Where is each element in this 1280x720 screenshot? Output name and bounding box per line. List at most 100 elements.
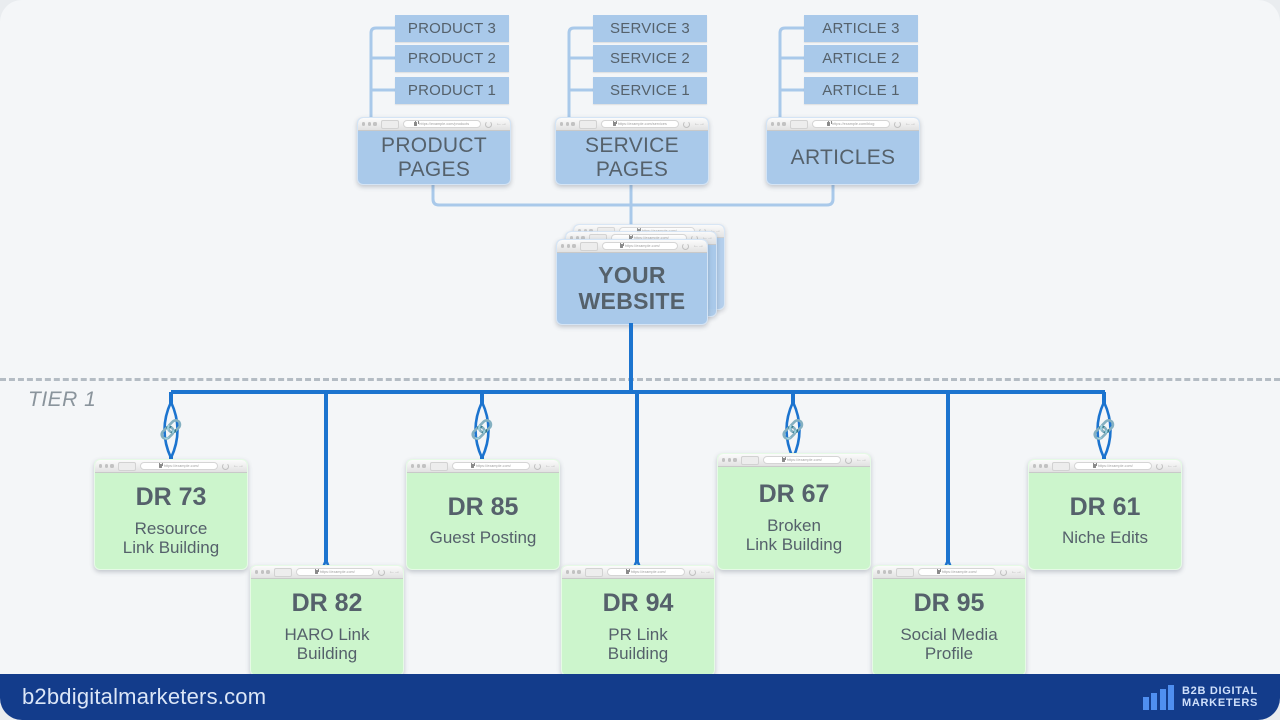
backlink-name-line1: Broken <box>767 515 821 535</box>
nav-arrows-icon[interactable]: ←→ <box>233 463 244 469</box>
url-bar[interactable]: https://example.com/ <box>295 568 374 576</box>
browser-chrome: https://example.com/ ←→ <box>557 240 707 253</box>
chip-product-3[interactable]: PRODUCT 3 <box>395 15 509 42</box>
svg-text:🔗: 🔗 <box>159 418 183 441</box>
backlink-window-pr-link-building[interactable]: https://example.com/ ←→ DR 94 PR Link Bu… <box>561 565 715 676</box>
backlink-window-haro-link-building[interactable]: https://example.com/ ←→ DR 82 HARO Link … <box>250 565 404 676</box>
chip-article-2[interactable]: ARTICLE 2 <box>804 45 918 72</box>
chip-product-2[interactable]: PRODUCT 2 <box>395 45 509 72</box>
url-bar[interactable]: https://example.com/blog <box>811 120 890 128</box>
backlink-window-resource-link-building[interactable]: https://example.com/ ←→ DR 73 Resource L… <box>94 459 248 570</box>
backlink-name-line1: Social Media <box>900 624 998 644</box>
url-bar[interactable]: https://example.com/ <box>1073 462 1152 470</box>
url-bar[interactable]: https://example.com/ <box>451 462 530 470</box>
chip-article-1[interactable]: ARTICLE 1 <box>804 77 918 104</box>
backlink-name-line2: Building <box>296 644 358 664</box>
reload-icon[interactable] <box>534 462 541 470</box>
url-text: https://example.com/ <box>624 244 660 248</box>
traffic-lights-icon <box>1033 464 1048 468</box>
reload-icon[interactable] <box>683 120 690 128</box>
chip-article-3[interactable]: ARTICLE 3 <box>804 15 918 42</box>
chip-service-2[interactable]: SERVICE 2 <box>593 45 707 72</box>
dr-score: DR 85 <box>447 492 519 521</box>
url-text: https://example.com/blog <box>832 122 875 126</box>
lock-icon <box>612 121 618 126</box>
reload-icon[interactable] <box>689 568 696 576</box>
window-body: DR 73 Resource Link Building <box>95 473 247 569</box>
chip-label: PRODUCT 1 <box>407 82 497 99</box>
link-icon-5: 🔗 <box>781 398 805 462</box>
backlink-window-niche-edits[interactable]: https://example.com/ ←→ DR 61 Niche Edit… <box>1028 459 1182 570</box>
reload-icon[interactable] <box>894 120 901 128</box>
backlink-name-line1: Guest Posting <box>429 528 537 548</box>
window-product-pages[interactable]: https://example.com/products ←→ PRODUCT … <box>357 117 511 185</box>
footer-site-url: b2bdigitalmarketers.com <box>22 684 267 709</box>
lock-icon <box>827 121 832 126</box>
browser-chrome: https://example.com/products ←→ <box>358 118 510 131</box>
lock-icon <box>936 569 942 574</box>
nav-arrows-icon[interactable]: ←→ <box>700 569 711 575</box>
website-title-line1: YOUR <box>598 262 666 289</box>
chip-service-3[interactable]: SERVICE 3 <box>593 15 707 42</box>
nav-arrows-icon[interactable]: ←→ <box>389 569 400 575</box>
reload-icon[interactable] <box>222 462 229 470</box>
window-title-line1: ARTICLES <box>790 145 896 169</box>
url-bar[interactable]: https://example.com/ <box>762 456 841 464</box>
nav-arrows-icon[interactable]: ←→ <box>856 457 867 463</box>
window-service-pages[interactable]: https://example.com/services ←→ SERVICE … <box>555 117 709 185</box>
nav-arrows-icon[interactable]: ←→ <box>545 463 556 469</box>
backlink-name-line1: Resource <box>134 518 208 538</box>
nav-arrows-icon[interactable]: ←→ <box>905 121 916 127</box>
tab-icon <box>579 241 598 251</box>
url-text: https://example.com/ <box>941 570 977 574</box>
url-bar[interactable]: https://example.com/ <box>139 462 218 470</box>
chip-service-1[interactable]: SERVICE 1 <box>593 77 707 104</box>
nav-arrows-icon[interactable]: ←→ <box>694 121 705 127</box>
window-title-line2: PAGES <box>595 157 669 181</box>
reload-icon[interactable] <box>1000 568 1007 576</box>
backlink-window-guest-posting[interactable]: https://example.com/ ←→ DR 85 Guest Post… <box>406 459 560 570</box>
url-bar[interactable]: https://example.com/ <box>917 568 996 576</box>
backlink-name-line2: Link Building <box>122 538 220 558</box>
chip-product-1[interactable]: PRODUCT 1 <box>395 77 509 104</box>
window-title-line2: PAGES <box>397 157 471 181</box>
reload-icon[interactable] <box>845 456 852 464</box>
reload-icon[interactable] <box>682 242 689 250</box>
url-text: https://example.com/services <box>617 122 667 126</box>
window-articles[interactable]: https://example.com/blog ←→ ARTICLES <box>766 117 920 185</box>
dr-score: DR 73 <box>135 483 207 512</box>
brand-logo: B2B DIGITAL MARKETERS <box>1142 684 1258 710</box>
reload-icon[interactable] <box>1156 462 1163 470</box>
tab-icon <box>578 119 597 129</box>
url-bar[interactable]: https://example.com/products <box>402 120 481 128</box>
url-text: https://example.com/ <box>163 464 199 468</box>
chip-label: PRODUCT 2 <box>407 50 497 67</box>
link-icon-7: 🔗 <box>1092 398 1116 462</box>
link-icon-3: 🔗 <box>470 398 494 462</box>
nav-arrows-icon[interactable]: ←→ <box>1011 569 1022 575</box>
url-bar[interactable]: https://example.com/services <box>600 120 679 128</box>
traffic-lights-icon <box>560 122 575 126</box>
nav-arrows-icon[interactable]: ←→ <box>1167 463 1178 469</box>
svg-text:🔗: 🔗 <box>470 418 494 441</box>
lock-icon <box>470 463 476 468</box>
tab-icon <box>117 461 136 471</box>
backlink-name-line1: PR Link <box>608 624 668 644</box>
traffic-lights-icon <box>722 458 737 462</box>
dr-score: DR 94 <box>602 589 674 618</box>
url-bar[interactable]: https://example.com/ <box>601 242 678 250</box>
browser-chrome: https://example.com/ ←→ <box>718 454 870 467</box>
logo-text: B2B DIGITAL MARKETERS <box>1182 685 1258 710</box>
backlink-window-social-media-profile[interactable]: https://example.com/ ←→ DR 95 Social Med… <box>872 565 1026 676</box>
lock-icon <box>625 569 631 574</box>
reload-icon[interactable] <box>485 120 492 128</box>
tab-icon <box>789 119 808 129</box>
url-bar[interactable]: https://example.com/ <box>606 568 685 576</box>
reload-icon[interactable] <box>378 568 385 576</box>
nav-arrows-icon[interactable]: ←→ <box>496 121 507 127</box>
backlink-window-broken-link-building[interactable]: https://example.com/ ←→ DR 67 Broken Lin… <box>717 453 871 570</box>
nav-arrows-icon[interactable]: ←→ <box>693 243 704 249</box>
lock-icon <box>781 457 787 462</box>
window-body: DR 85 Guest Posting <box>407 473 559 569</box>
window-body: DR 61 Niche Edits <box>1029 473 1181 569</box>
